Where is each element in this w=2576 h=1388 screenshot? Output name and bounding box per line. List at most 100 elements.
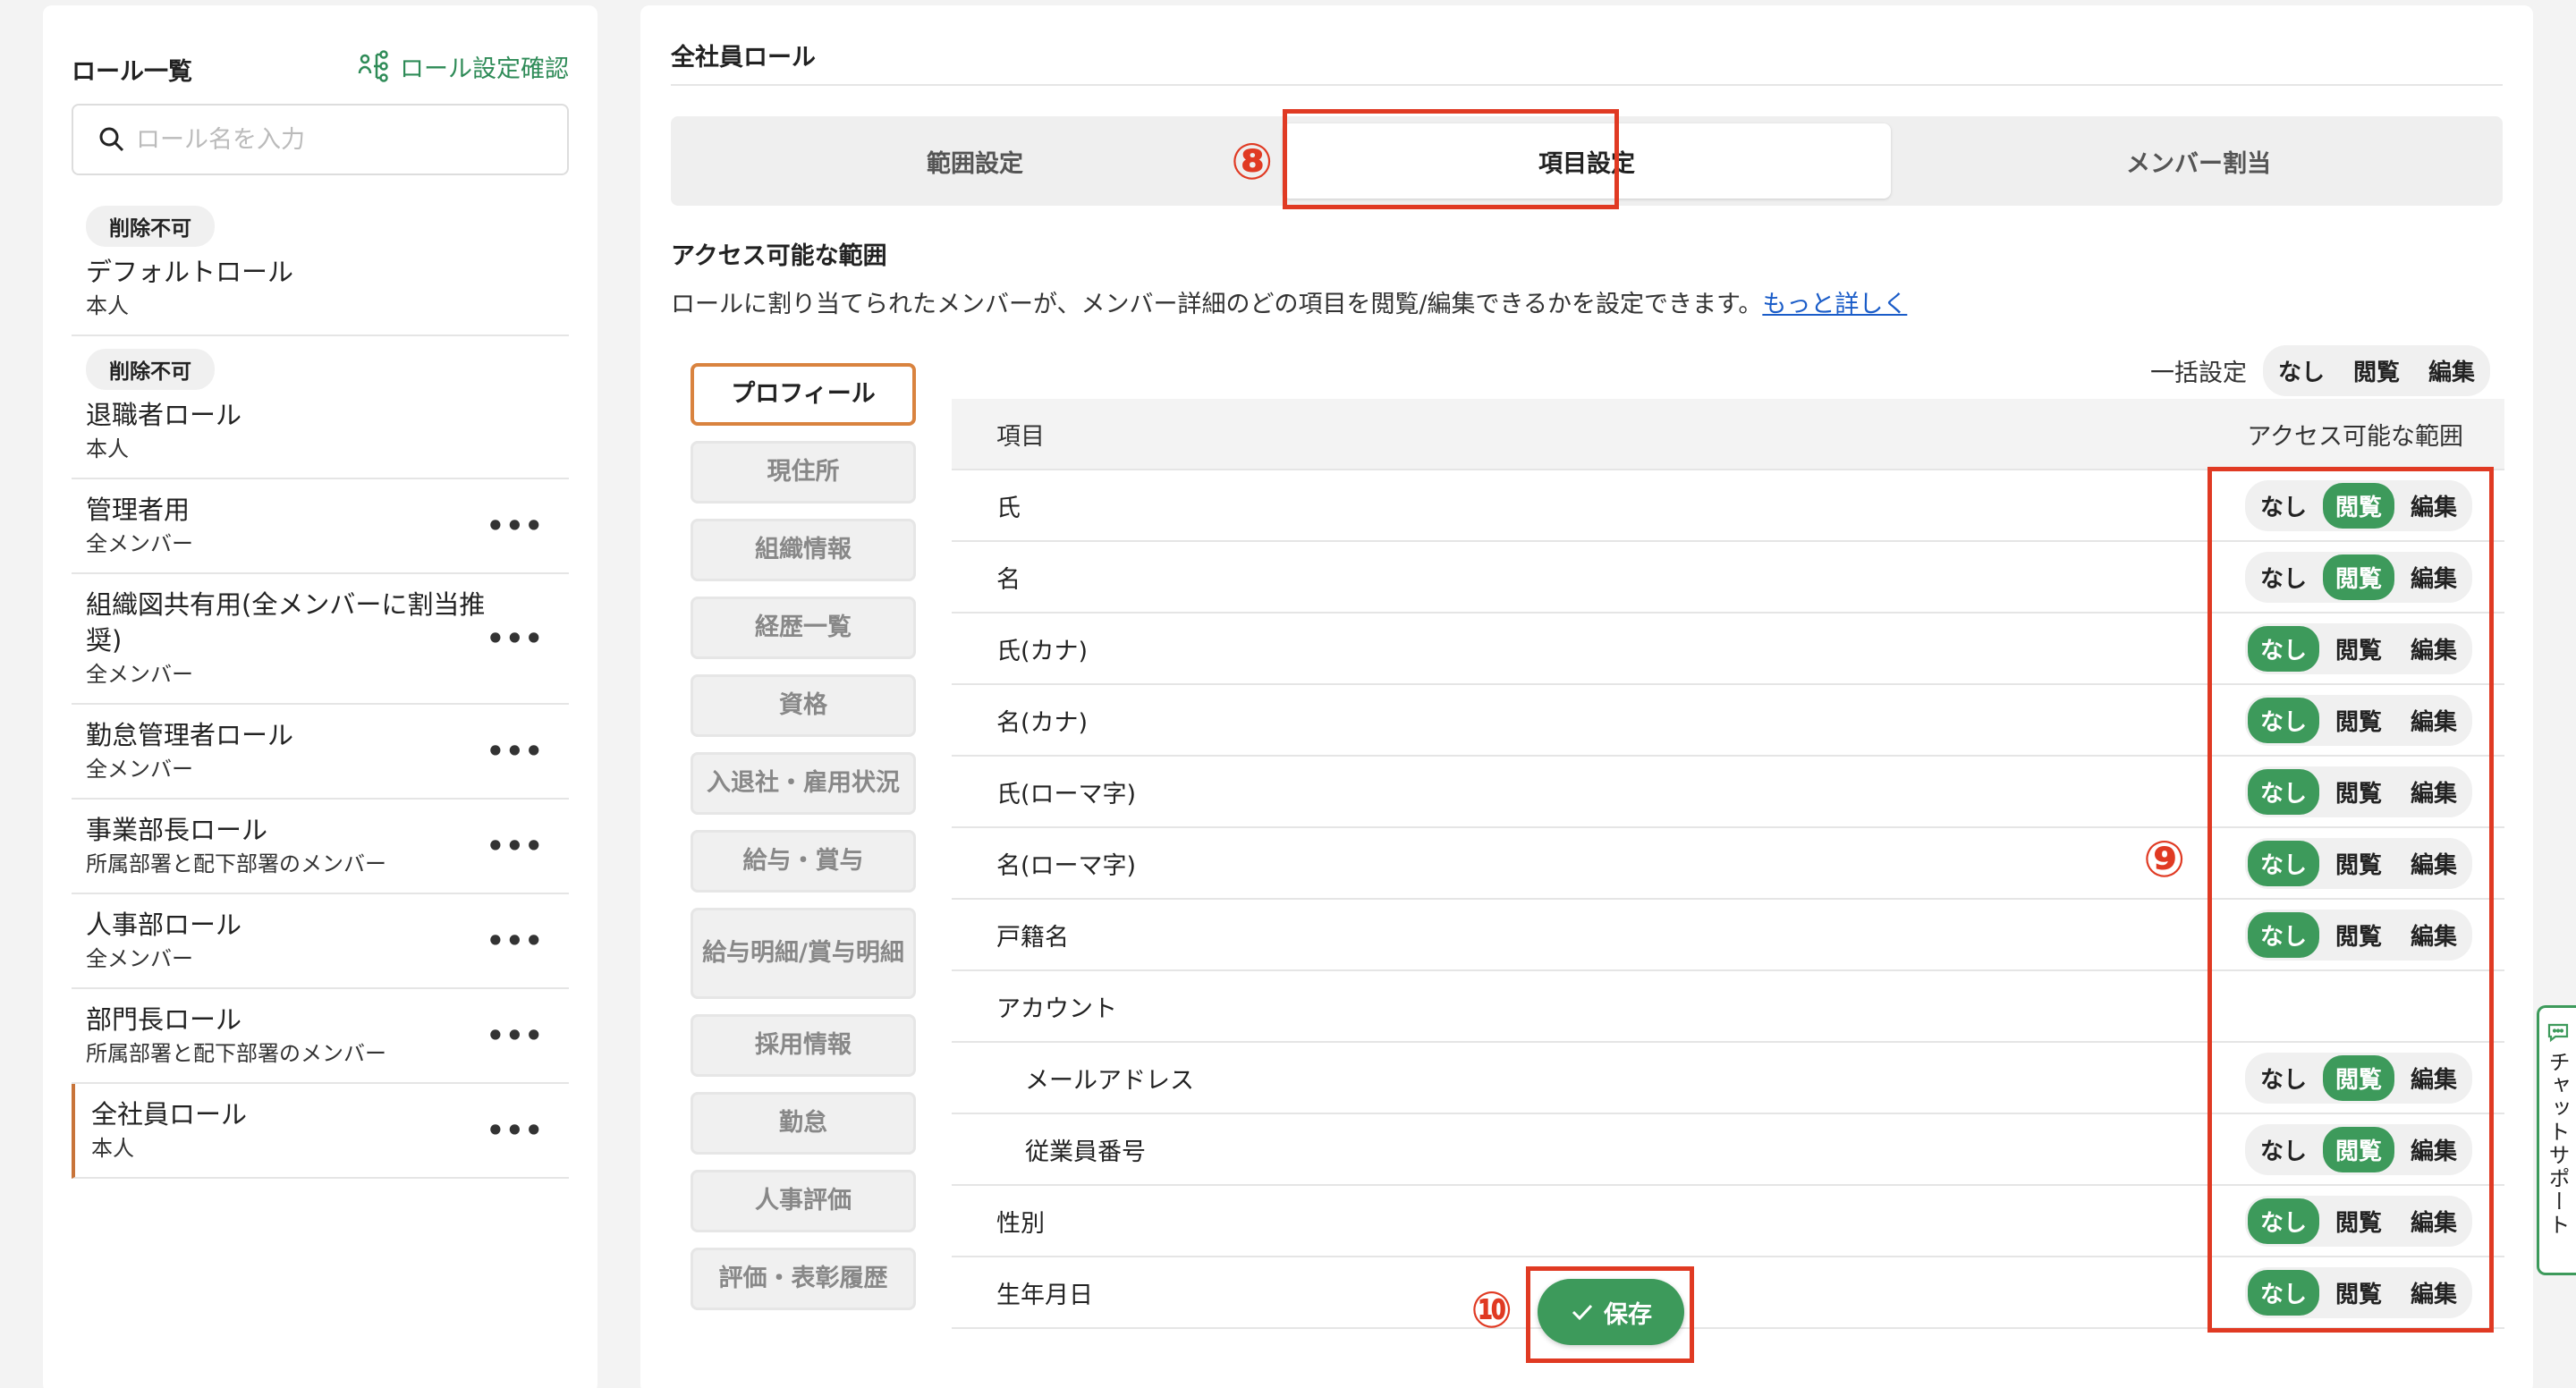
option-view[interactable]: 閲覧 [2322,1054,2394,1101]
table-row: 名 なし 閲覧 編集 [952,542,2504,614]
role-name: 退職者ロール [86,400,242,430]
option-view[interactable]: 閲覧 [2323,698,2394,743]
tab-range-settings[interactable]: 範囲設定 [671,116,1279,206]
table-body: 氏なし 閲覧 編集名なし 閲覧 編集 氏(カナ) なし 閲覧 編集 名(カナ) なし 閲覧 編集 氏(ロー… [952,470,2504,1329]
option-edit[interactable]: 編集 [2398,698,2470,743]
category-item[interactable]: 資格 [691,674,916,737]
option-none[interactable]: なし [2247,1198,2319,1244]
option-none[interactable]: なし [2248,1055,2319,1101]
option-view[interactable]: 閲覧 [2322,482,2394,529]
option-view[interactable]: 閲覧 [2323,1198,2394,1244]
role-item[interactable]: 削除不可 退職者ロール 本人 [72,336,569,479]
category-item[interactable]: 人事評価 [691,1170,916,1232]
option-none[interactable]: なし [2248,1127,2319,1172]
table-row: 名(ローマ字) なし 閲覧 編集 [952,828,2504,900]
table-row: 名(カナ) なし 閲覧 編集 [952,685,2504,757]
option-view[interactable]: 閲覧 [2323,841,2394,886]
column-header-item: 項目 [996,422,1045,451]
option-view[interactable]: 閲覧 [2323,769,2394,815]
role-name: 勤怠管理者ロール [86,720,294,750]
access-level-selector: なし 閲覧 編集 [2244,1052,2472,1104]
more-options-button[interactable]: ••• [487,924,544,958]
option-edit[interactable]: 編集 [2398,1198,2470,1244]
option-view[interactable]: 閲覧 [2341,348,2412,394]
more-options-button[interactable]: ••• [487,829,544,863]
role-item[interactable]: 組織図共有用(全メンバーに割当推奨) 全メンバー ••• [72,574,569,705]
role-item[interactable]: 勤怠管理者ロール 全メンバー ••• [72,705,569,800]
role-item[interactable]: 事業部長ロール 所属部署と配下部署のメンバー ••• [72,800,569,894]
section-title: アクセス可能な範囲 [671,242,887,270]
role-item[interactable]: 人事部ロール 全メンバー ••• [72,894,569,989]
option-view[interactable]: 閲覧 [2323,626,2394,672]
chat-support-tab[interactable]: チャットサポート [2537,1005,2576,1275]
field-name: 戸籍名 [996,923,1069,952]
page-title: 全社員ロール [671,44,816,72]
role-name: 全社員ロール [91,1099,248,1130]
role-search-box [72,104,569,175]
option-none[interactable]: なし [2247,625,2319,672]
option-none[interactable]: なし [2247,697,2319,743]
table-row: 生年月日 なし 閲覧 編集 [952,1257,2504,1329]
more-options-button[interactable]: ••• [487,1019,544,1053]
option-edit[interactable]: 編集 [2398,626,2470,672]
category-item[interactable]: 採用情報 [691,1014,916,1077]
role-name: 部門長ロール [86,1004,242,1035]
role-item-selected[interactable]: 全社員ロール 本人 ••• [72,1084,569,1179]
more-options-button[interactable]: ••• [487,509,544,543]
option-edit[interactable]: 編集 [2398,1127,2470,1172]
more-options-button[interactable]: ••• [487,1113,544,1147]
role-list-title: ロール一覧 [72,58,192,86]
option-view[interactable]: 閲覧 [2323,1270,2394,1316]
category-item[interactable]: 給与・賞与 [691,830,916,893]
category-item[interactable]: 入退社・雇用状況 [691,752,916,815]
option-view[interactable]: 閲覧 [2323,912,2394,958]
role-item[interactable]: 削除不可 デフォルトロール 本人 [72,193,569,336]
option-none[interactable]: なし [2248,554,2319,600]
option-none[interactable]: なし [2247,768,2319,815]
search-icon [99,127,124,152]
role-search-input[interactable] [136,125,547,154]
undeletable-badge: 削除不可 [86,206,215,247]
option-edit[interactable]: 編集 [2398,769,2470,815]
tab-member-assignment[interactable]: メンバー割当 [1894,116,2503,206]
role-list-header: ロール一覧 ロール設定確認 [72,45,569,89]
role-settings-check-link[interactable]: ロール設定確認 [357,48,569,84]
category-item[interactable]: 評価・表彰履歴 [691,1248,916,1310]
option-none[interactable]: なし [2247,911,2319,958]
option-edit[interactable]: 編集 [2398,554,2470,600]
option-edit[interactable]: 編集 [2398,1055,2470,1101]
category-profile[interactable]: プロフィール [691,363,916,426]
category-item[interactable]: 給与明細/賞与明細 [691,908,916,999]
role-item[interactable]: 管理者用 全メンバー ••• [72,479,569,574]
role-item[interactable]: 部門長ロール 所属部署と配下部署のメンバー ••• [72,989,569,1084]
more-options-button[interactable]: ••• [487,622,544,656]
option-view[interactable]: 閲覧 [2322,1126,2394,1172]
option-edit[interactable]: 編集 [2398,841,2470,886]
chat-bubble-icon [2547,1023,2568,1043]
option-edit[interactable]: 編集 [2398,912,2470,958]
category-item[interactable]: 経歴一覧 [691,597,916,659]
more-options-button[interactable]: ••• [487,734,544,768]
bulk-setting-row: 一括設定 なし 閲覧 編集 [2150,345,2490,396]
option-none[interactable]: なし [2266,348,2337,394]
learn-more-link[interactable]: もっと詳しく [1762,291,1907,318]
undeletable-badge: 削除不可 [86,349,215,390]
save-button[interactable]: 保存 [1538,1279,1684,1345]
option-none[interactable]: なし [2247,840,2319,886]
option-none[interactable]: なし [2248,483,2319,529]
tab-item-settings[interactable]: 項目設定 [1283,123,1891,199]
settings-tabs: 範囲設定 項目設定 メンバー割当 [671,116,2503,206]
option-edit[interactable]: 編集 [2416,348,2487,394]
role-list: 削除不可 デフォルトロール 本人 削除不可 退職者ロール 本人 管理者用 全メン… [72,193,569,1179]
table-row: 氏(カナ) なし 閲覧 編集 [952,614,2504,685]
option-none[interactable]: なし [2247,1269,2319,1316]
category-item[interactable]: 組織情報 [691,519,916,581]
category-item[interactable]: 現住所 [691,441,916,504]
access-level-selector: なし 閲覧 編集 [2244,837,2472,889]
option-view[interactable]: 閲覧 [2322,554,2394,600]
option-edit[interactable]: 編集 [2398,483,2470,529]
category-item[interactable]: 勤怠 [691,1092,916,1155]
role-name: 事業部長ロール [86,815,268,845]
access-level-selector: なし 閲覧 編集 [2244,694,2472,746]
option-edit[interactable]: 編集 [2398,1270,2470,1316]
